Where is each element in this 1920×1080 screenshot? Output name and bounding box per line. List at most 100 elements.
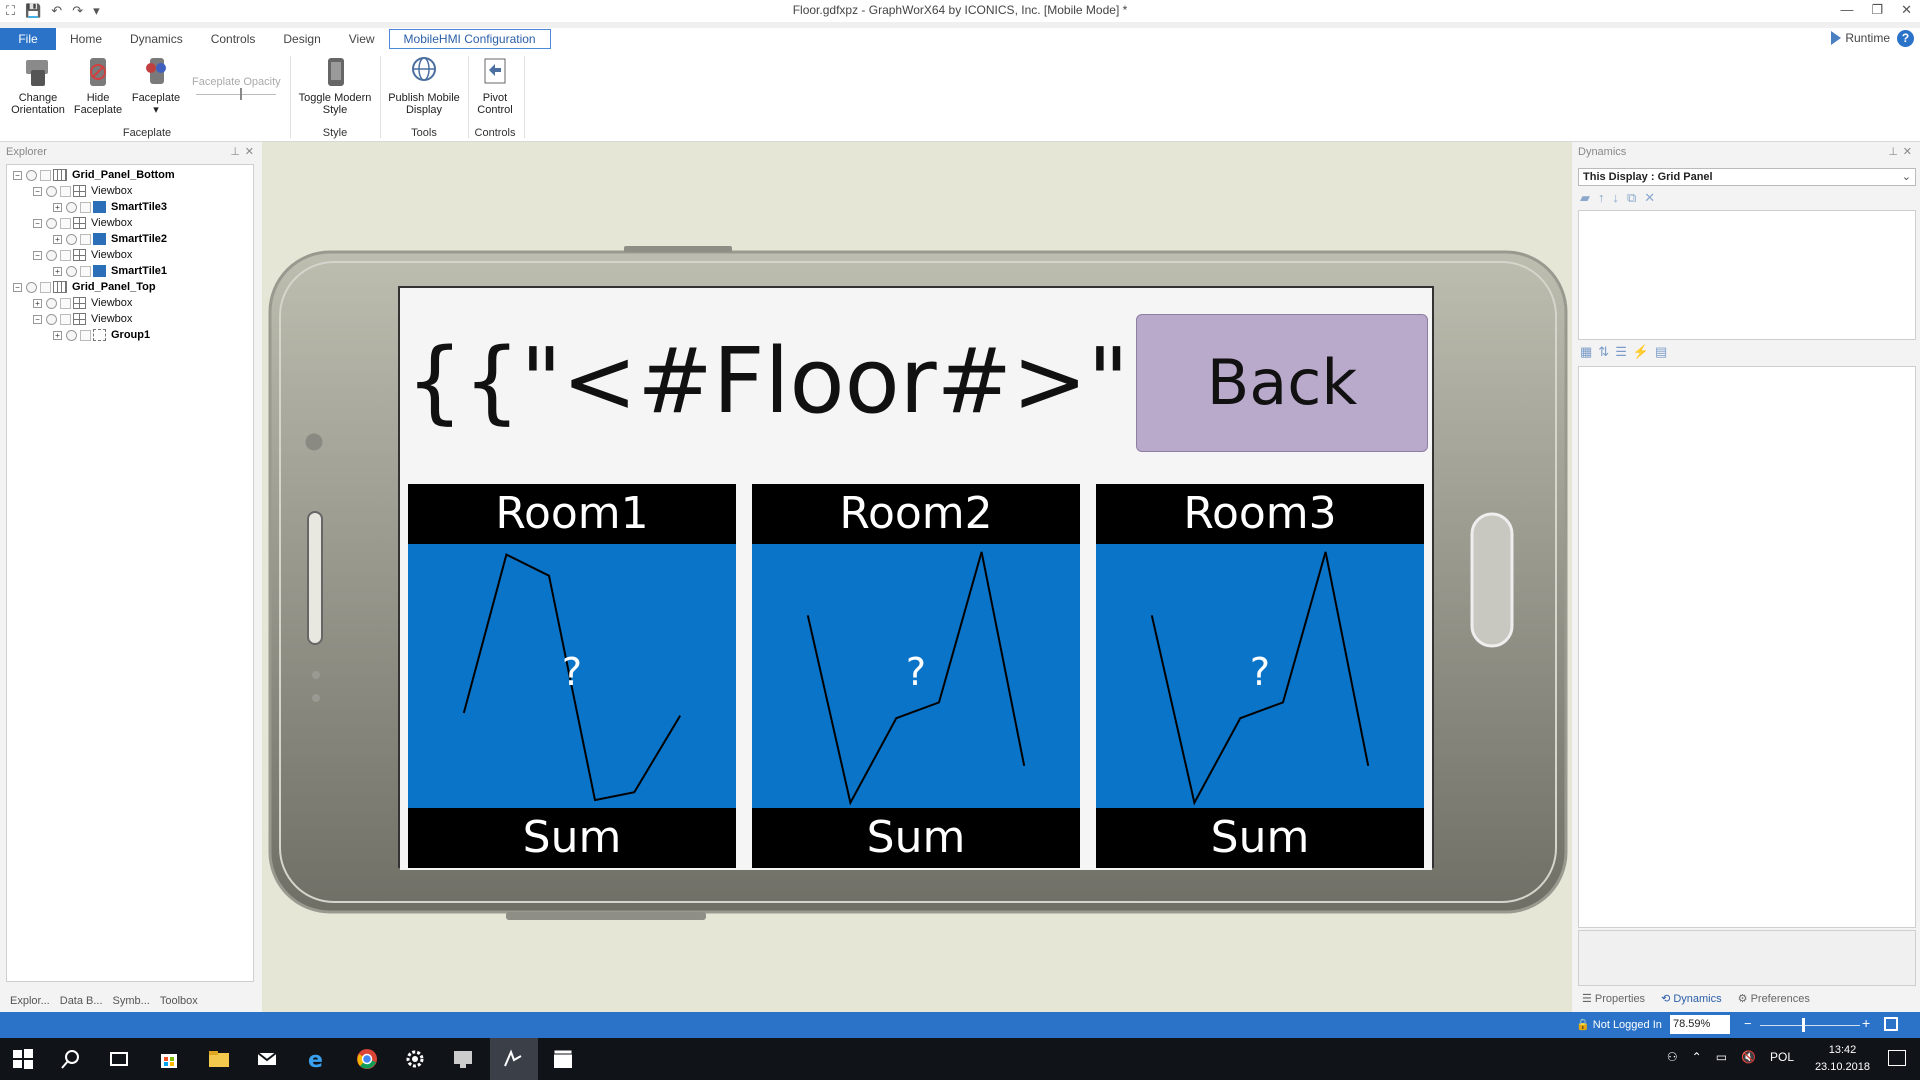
close-icon[interactable]: ✕ — [1901, 2, 1912, 18]
sort-alpha-icon[interactable]: ⇅ — [1598, 344, 1609, 360]
tree-node-smarttile1[interactable]: + SmartTile1 — [53, 263, 167, 279]
expand-icon[interactable]: + — [53, 330, 62, 340]
visibility-icon[interactable] — [46, 313, 57, 325]
tab-file[interactable]: File — [0, 28, 56, 50]
lock-box[interactable] — [80, 265, 91, 277]
toggle-modern-style-button[interactable]: Toggle Modern Style — [294, 56, 376, 116]
chrome-icon[interactable] — [356, 1048, 378, 1070]
smart-tile-room1[interactable]: Room1 ? Sum — [408, 484, 736, 868]
faceplate-opacity-slider[interactable] — [196, 94, 276, 95]
pivot-control-button[interactable]: Pivot Control — [470, 56, 520, 116]
tab-preferences[interactable]: ⚙ Preferences — [1738, 992, 1810, 1005]
chevron-down-icon[interactable]: ⌄ — [1902, 169, 1911, 185]
edge-icon[interactable]: e — [306, 1048, 328, 1070]
lock-box[interactable] — [40, 281, 51, 293]
visibility-icon[interactable] — [46, 185, 57, 197]
visibility-icon[interactable] — [66, 233, 77, 245]
tab-dynamics[interactable]: Dynamics — [116, 28, 197, 50]
lock-box[interactable] — [80, 329, 91, 341]
visibility-icon[interactable] — [66, 201, 77, 213]
volume-icon[interactable]: 🔇 — [1741, 1050, 1756, 1064]
notifications-icon[interactable] — [1888, 1050, 1906, 1066]
zoom-in-icon[interactable]: + — [1862, 1015, 1870, 1031]
tab-dynamics-panel[interactable]: ⟲ Dynamics — [1661, 992, 1722, 1005]
tree-node-grid-panel-bottom[interactable]: − Grid_Panel_Bottom — [13, 167, 175, 183]
object-selector[interactable]: This Display : Grid Panel ⌄ — [1578, 168, 1916, 186]
visibility-icon[interactable] — [66, 329, 77, 341]
faceplate-opacity-thumb[interactable] — [240, 88, 242, 100]
customize-qat-icon[interactable]: ▾ — [93, 3, 100, 19]
start-icon[interactable] — [12, 1048, 34, 1070]
zoom-slider[interactable] — [1760, 1025, 1860, 1026]
people-icon[interactable]: ⚇ — [1667, 1050, 1678, 1064]
visibility-icon[interactable] — [46, 217, 57, 229]
close-icon[interactable]: ✕ — [1903, 142, 1912, 162]
copy-icon[interactable]: ⧉ — [1627, 190, 1636, 206]
change-orientation-button[interactable]: Change Orientation — [6, 56, 70, 116]
zoom-slider-thumb[interactable] — [1802, 1018, 1805, 1032]
lock-box[interactable] — [60, 185, 71, 197]
add-dynamic-icon[interactable]: ▰ — [1580, 190, 1590, 206]
faceplate-dropdown-icon[interactable]: ▾ — [128, 104, 184, 116]
tab-mobilehmi-configuration[interactable]: MobileHMI Configuration — [388, 29, 551, 49]
design-canvas[interactable]: {{"<#Floor#>"}} Back Room1 ? Sum Room2 ?… — [262, 142, 1572, 1012]
lock-box[interactable] — [80, 233, 91, 245]
smart-tile-room3[interactable]: Room3 ? Sum — [1096, 484, 1424, 868]
categorized-icon[interactable]: ▦ — [1580, 344, 1592, 360]
redo-icon[interactable]: ↷ — [72, 3, 83, 19]
hide-faceplate-button[interactable]: Hide Faceplate — [72, 56, 124, 116]
pin-icon[interactable]: ⊥ — [1888, 142, 1898, 162]
lock-box[interactable] — [60, 297, 71, 309]
publish-mobile-display-button[interactable]: Publish Mobile Display — [384, 56, 464, 116]
visibility-icon[interactable] — [26, 281, 37, 293]
task-view-icon[interactable] — [108, 1048, 130, 1070]
tab-symbols[interactable]: Symb... — [113, 995, 150, 1007]
tab-view[interactable]: View — [335, 28, 389, 50]
tree-node-viewbox[interactable]: − Viewbox — [33, 183, 132, 199]
tab-design[interactable]: Design — [269, 28, 334, 50]
lock-box[interactable] — [60, 217, 71, 229]
move-down-icon[interactable]: ↓ — [1613, 190, 1620, 206]
tab-home[interactable]: Home — [56, 28, 116, 50]
tree-node-viewbox[interactable]: − Viewbox — [33, 247, 132, 263]
expand-icon[interactable]: + — [53, 234, 62, 244]
tree-node-smarttile3[interactable]: + SmartTile3 — [53, 199, 167, 215]
language-indicator[interactable]: POL — [1770, 1050, 1794, 1064]
collapse-icon[interactable]: − — [33, 186, 42, 196]
close-icon[interactable]: ✕ — [245, 142, 254, 162]
collapse-icon[interactable]: − — [33, 250, 42, 260]
undo-icon[interactable]: ↶ — [51, 3, 62, 19]
collapse-icon[interactable]: − — [33, 314, 42, 324]
tab-explorer[interactable]: Explor... — [10, 995, 50, 1007]
tree-node-viewbox[interactable]: + Viewbox — [33, 295, 132, 311]
expand-icon[interactable]: + — [53, 266, 62, 276]
collapse-icon[interactable]: − — [33, 218, 42, 228]
minimize-icon[interactable]: — — [1840, 2, 1853, 18]
collapse-icon[interactable]: − — [13, 170, 22, 180]
workbench-icon[interactable] — [452, 1048, 474, 1070]
search-icon[interactable] — [60, 1048, 82, 1070]
dynamics-list[interactable] — [1578, 210, 1916, 340]
lock-box[interactable] — [60, 313, 71, 325]
smart-tile-room2[interactable]: Room2 ? Sum — [752, 484, 1080, 868]
move-up-icon[interactable]: ↑ — [1598, 190, 1605, 206]
visibility-icon[interactable] — [46, 249, 57, 261]
visibility-icon[interactable] — [46, 297, 57, 309]
network-icon[interactable]: ▭ — [1716, 1050, 1727, 1064]
store-icon[interactable] — [158, 1048, 180, 1070]
tab-controls[interactable]: Controls — [197, 28, 270, 50]
file-explorer-icon[interactable] — [208, 1048, 230, 1070]
tab-properties[interactable]: ☰ Properties — [1582, 992, 1645, 1005]
login-status[interactable]: 🔒 Not Logged In — [1576, 1018, 1662, 1031]
back-button[interactable]: Back — [1136, 314, 1428, 452]
lock-box[interactable] — [40, 169, 51, 181]
runtime-button[interactable]: Runtime — [1831, 31, 1890, 45]
graphworx-icon[interactable] — [502, 1048, 524, 1070]
property-grid[interactable] — [1578, 366, 1916, 928]
tab-data-browser[interactable]: Data B... — [60, 995, 103, 1007]
zoom-out-icon[interactable]: − — [1744, 1016, 1752, 1031]
collapse-icon[interactable]: − — [13, 282, 22, 292]
properties-icon[interactable]: ☰ — [1615, 344, 1627, 360]
help-icon[interactable]: ? — [1897, 30, 1914, 47]
delete-icon[interactable]: ✕ — [1644, 190, 1655, 206]
